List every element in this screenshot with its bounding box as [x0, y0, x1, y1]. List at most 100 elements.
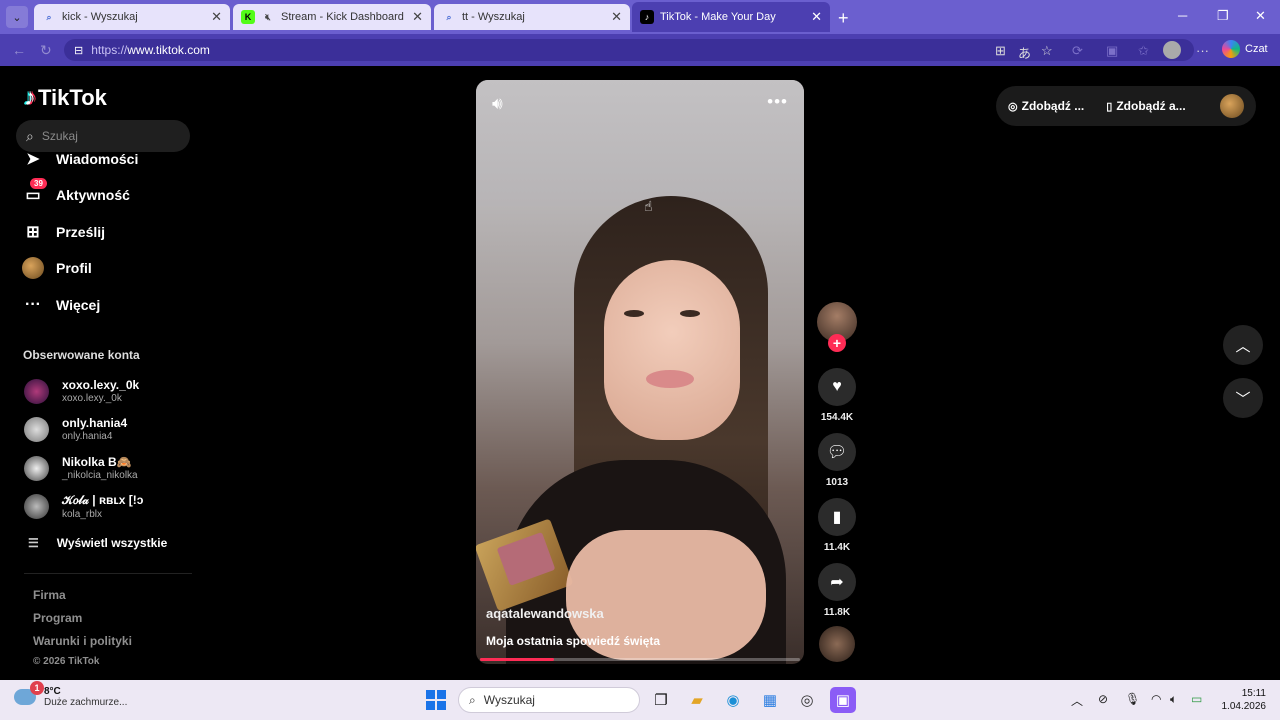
profile-icon-wrap [22, 257, 44, 279]
notification-badge: 39 [30, 178, 47, 189]
bookmark-icon[interactable]: ▮ [818, 498, 856, 536]
brand-name: TikTok [38, 85, 107, 110]
file-explorer-icon[interactable]: ▰ [684, 687, 710, 713]
close-icon[interactable]: ✕ [611, 9, 622, 25]
save-count: 11.4K [823, 542, 851, 553]
maximize-icon[interactable]: ❐ [1217, 8, 1229, 24]
tab-title: TikTok - Make Your Day [660, 11, 776, 23]
copilot-button[interactable]: Czat [1222, 40, 1268, 58]
start-button[interactable] [426, 690, 446, 710]
site-info-icon[interactable]: ⊟ [74, 44, 83, 57]
comment-action[interactable]: 💬︎ 1013 [817, 433, 857, 488]
see-all-following[interactable]: ☰ Wyświetl wszystkie [28, 536, 167, 550]
close-icon[interactable]: ✕ [412, 9, 423, 25]
extension-icon[interactable]: ⟳ [1072, 43, 1083, 59]
store-icon[interactable]: ▦ [757, 687, 783, 713]
microphone-icon[interactable]: 🎙︎ [1125, 692, 1140, 706]
nav-messages[interactable]: ➤ Wiadomości [22, 148, 138, 170]
video-caption: Moja ostatnia spowiedź święta [486, 634, 661, 648]
video-frame-wall [476, 80, 804, 206]
date: 1.04.2026 [1221, 701, 1267, 712]
taskbar-search[interactable]: ⌕ Wyszukaj [458, 687, 640, 713]
copilot-icon [1222, 40, 1240, 58]
close-icon[interactable]: ✕ [211, 9, 222, 25]
account-username: only.hania4 [62, 431, 113, 442]
share-action[interactable]: ➦ 11.8K [817, 563, 857, 618]
translate-icon[interactable]: あ [1018, 43, 1031, 62]
tray-chevron-icon[interactable]: ︿ [1071, 692, 1083, 709]
speaker-icon[interactable]: 🔈︎ [1170, 692, 1177, 707]
send-icon: ➤ [26, 151, 40, 168]
get-app-label: Zdobądź a... [1116, 99, 1186, 113]
muted-icon[interactable]: 🔇︎ [261, 10, 275, 24]
share-count: 11.8K [823, 607, 851, 618]
comment-icon[interactable]: 💬︎ [818, 433, 856, 471]
favorites-icon[interactable]: ✩ [1138, 43, 1149, 59]
like-action[interactable]: ♥ 154.4K [817, 368, 857, 423]
url-scheme: https:// [91, 43, 128, 57]
weather-widget[interactable]: 1 8°C Duże zachmurze... [14, 681, 127, 708]
following-account[interactable]: Nikolka B🙈 _nikolcia_nikolka [24, 455, 138, 481]
collections-icon[interactable]: ▣ [1106, 43, 1118, 59]
heart-icon[interactable]: ♥ [818, 368, 856, 406]
video-player[interactable]: 🔊︎ ••• aqatalewandowska Moja ostatnia sp… [476, 80, 804, 664]
battery-icon[interactable]: ▭ [1191, 692, 1202, 706]
back-icon[interactable]: ← [12, 42, 26, 58]
get-app-button[interactable]: ▯ Zdobądź a... [1106, 99, 1185, 113]
following-account[interactable]: xoxo.lexy._0k xoxo.lexy._0k [24, 378, 139, 404]
nav-more[interactable]: ··· Więcej [22, 294, 100, 316]
video-progress-bar[interactable] [480, 658, 800, 661]
video-author[interactable]: aqatalewandowska [486, 606, 604, 621]
obs-icon[interactable]: ◎ [794, 687, 820, 713]
minimize-icon[interactable]: ─ [1178, 8, 1187, 23]
volume-icon[interactable]: 🔊︎ [492, 94, 503, 114]
refresh-icon[interactable]: ↻ [40, 42, 52, 59]
nav-activity[interactable]: ▭ 39 Aktywność [22, 178, 130, 206]
new-tab-icon[interactable]: + [838, 8, 849, 29]
browser-profile-avatar[interactable] [1163, 41, 1181, 59]
account-username: xoxo.lexy._0k [62, 393, 122, 404]
nav-label: Wiadomości [56, 151, 139, 167]
next-video-button[interactable]: ﹀ [1223, 378, 1263, 418]
list-icon: ☰ [28, 536, 39, 550]
close-icon[interactable]: ✕ [811, 9, 822, 25]
chevron-down-icon: ﹀ [1235, 390, 1251, 408]
nav-label: Więcej [56, 297, 101, 313]
url-host: www.tiktok.com [127, 43, 210, 57]
save-action[interactable]: ▮ 11.4K [817, 498, 857, 553]
video-more-icon[interactable]: ••• [767, 92, 788, 112]
close-window-icon[interactable]: ✕ [1255, 8, 1266, 24]
task-view-icon[interactable]: ❐ [648, 687, 674, 713]
nav-upload[interactable]: ⊞ Prześlij [22, 221, 105, 243]
get-coins-button[interactable]: ◎ Zdobądź ... [1008, 99, 1084, 113]
following-account[interactable]: 𝒦𝑜𝓁𝒶 | ʀʙʟx [!ɔ kola_rblx [24, 493, 143, 520]
apps-icon[interactable]: ⊞ [995, 43, 1006, 59]
tab-actions-button[interactable]: ⌄ [6, 6, 28, 28]
nav-profile[interactable]: Profil [22, 257, 92, 279]
music-disc-icon[interactable] [819, 626, 855, 662]
tab-kick-search[interactable]: ⌕ kick - Wyszukaj ✕ [34, 4, 230, 30]
tiktok-note-icon: ♪ [24, 84, 36, 111]
account-username: _nikolcia_nikolka [62, 470, 138, 481]
tab-kick-dashboard[interactable]: K 🔇︎ Stream - Kick Dashboard ✕ [233, 4, 431, 30]
footer-link-terms[interactable]: Warunki i polityki [33, 634, 132, 648]
follow-plus-icon[interactable]: + [828, 334, 846, 352]
browser-menu-icon[interactable]: ··· [1196, 43, 1209, 58]
tiktok-logo[interactable]: ♪ TikTok [24, 84, 107, 112]
following-account[interactable]: only.hania4 only.hania4 [24, 416, 127, 442]
share-icon[interactable]: ➦ [818, 563, 856, 601]
search-input[interactable] [41, 129, 172, 143]
edge-icon[interactable]: ◉ [720, 687, 746, 713]
clock[interactable]: 15:11 1.04.2026 [1220, 687, 1267, 713]
wifi-icon[interactable]: ◠ [1151, 692, 1161, 706]
top-right-bar: ◎ Zdobądź ... ▯ Zdobądź a... [996, 86, 1256, 126]
favorite-star-icon[interactable]: ☆ [1041, 43, 1053, 59]
user-avatar[interactable] [1220, 94, 1244, 118]
camera-off-icon[interactable]: ⊘ [1098, 692, 1108, 706]
previous-video-button[interactable]: ︿ [1223, 325, 1263, 365]
footer-link-company[interactable]: Firma [33, 588, 66, 602]
tab-tiktok[interactable]: ♪ TikTok - Make Your Day ✕ [632, 2, 830, 32]
footer-link-program[interactable]: Program [33, 611, 82, 625]
tab-tt-search[interactable]: ⌕ tt - Wyszukaj ✕ [434, 4, 630, 30]
app-icon[interactable]: ▣ [830, 687, 856, 713]
